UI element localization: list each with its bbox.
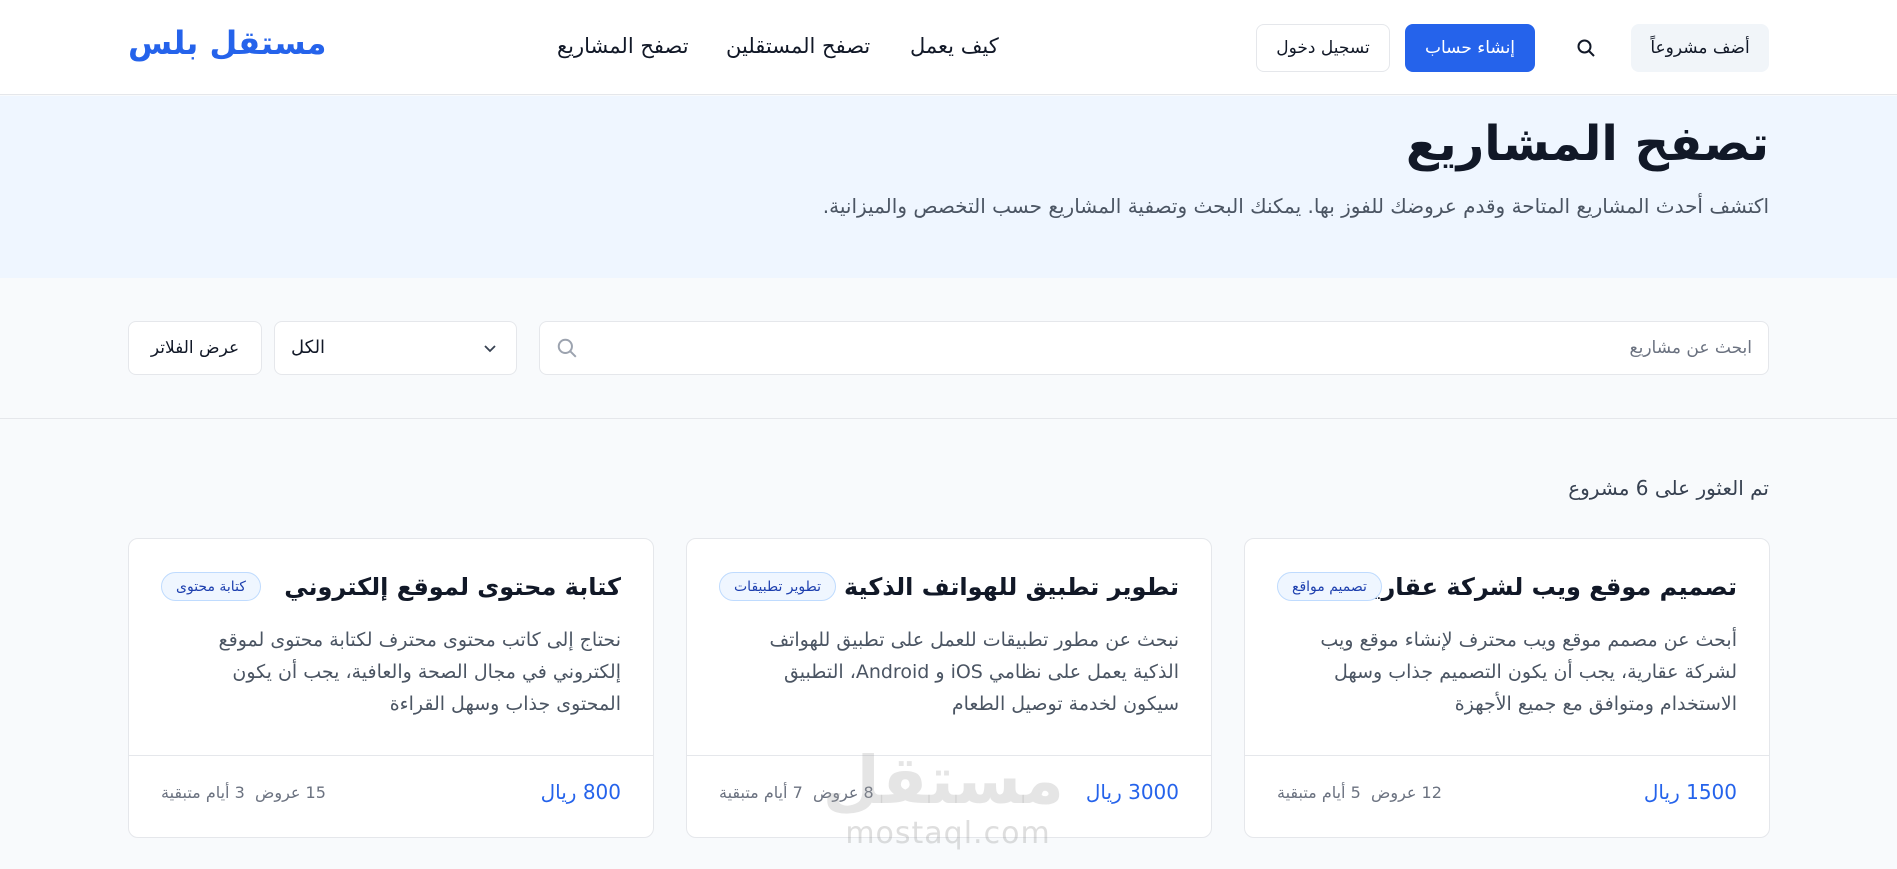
category-badge: تطوير تطبيقات xyxy=(719,572,837,601)
login-button[interactable]: تسجيل دخول xyxy=(1256,24,1390,72)
search-box[interactable] xyxy=(539,321,1769,375)
project-title[interactable]: تصميم موقع ويب لشركة عقارية xyxy=(1358,573,1737,601)
card-footer: 3000 ريال 8 عروض 7 أيام متبقية xyxy=(687,755,1211,837)
nav-how-it-works[interactable]: كيف يعمل xyxy=(910,34,999,58)
search-input[interactable] xyxy=(602,322,1752,374)
nav-browse-freelancers[interactable]: تصفح المستقلين xyxy=(726,34,870,58)
days-left: 3 أيام متبقية xyxy=(161,783,245,802)
top-navbar: مستقل بلس تصفح المشاريع تصفح المستقلين ك… xyxy=(0,0,1897,95)
project-description: نبحث عن مطور تطبيقات للعمل على تطبيق لله… xyxy=(769,629,1179,715)
filter-bar: الكل عرض الفلاتر xyxy=(0,278,1897,419)
page-title: تصفح المشاريع xyxy=(1405,116,1769,172)
project-card[interactable]: تطوير تطبيق للهواتف الذكية تطوير تطبيقات… xyxy=(686,538,1212,838)
results-count: تم العثور على 6 مشروع xyxy=(1568,476,1769,500)
project-description: نحتاج إلى كاتب محتوى محترف لكتابة محتوى … xyxy=(218,629,621,715)
page-subtitle: اكتشف أحدث المشاريع المتاحة وقدم عروضك ل… xyxy=(822,194,1769,218)
nav-browse-projects[interactable]: تصفح المشاريع xyxy=(557,34,689,58)
project-budget: 3000 ريال xyxy=(1085,780,1179,804)
search-icon[interactable] xyxy=(1572,34,1600,62)
offers-count: 15 عروض xyxy=(255,783,326,802)
category-select[interactable]: الكل xyxy=(274,321,517,375)
offers-count: 8 عروض xyxy=(813,783,874,802)
offers-count: 12 عروض xyxy=(1371,783,1442,802)
days-left: 5 أيام متبقية xyxy=(1277,783,1361,802)
signup-button[interactable]: إنشاء حساب xyxy=(1405,24,1535,72)
project-title[interactable]: تطوير تطبيق للهواتف الذكية xyxy=(844,573,1179,601)
add-project-button[interactable]: أضف مشروعاً xyxy=(1631,24,1769,72)
category-badge: كتابة محتوى xyxy=(161,572,261,601)
days-left: 7 أيام متبقية xyxy=(719,783,803,802)
card-footer: 1500 ريال 12 عروض 5 أيام متبقية xyxy=(1245,755,1769,837)
search-icon xyxy=(556,337,578,363)
project-card[interactable]: كتابة محتوى لموقع إلكتروني كتابة محتوى ن… xyxy=(128,538,654,838)
chevron-down-icon xyxy=(482,340,498,360)
card-footer: 800 ريال 15 عروض 3 أيام متبقية xyxy=(129,755,653,837)
project-budget: 1500 ريال xyxy=(1643,780,1737,804)
category-badge: تصميم مواقع xyxy=(1277,572,1382,601)
hero-section: تصفح المشاريع اكتشف أحدث المشاريع المتاح… xyxy=(0,96,1897,278)
project-title[interactable]: كتابة محتوى لموقع إلكتروني xyxy=(284,573,621,601)
project-card[interactable]: تصميم موقع ويب لشركة عقارية تصميم مواقع … xyxy=(1244,538,1770,838)
brand-logo[interactable]: مستقل بلس xyxy=(128,24,326,62)
show-filters-button[interactable]: عرض الفلاتر xyxy=(128,321,262,375)
category-selected-value: الكل xyxy=(291,337,326,358)
project-description: أبحث عن مصمم موقع ويب محترف لإنشاء موقع … xyxy=(1320,629,1737,715)
project-budget: 800 ريال xyxy=(540,780,621,804)
